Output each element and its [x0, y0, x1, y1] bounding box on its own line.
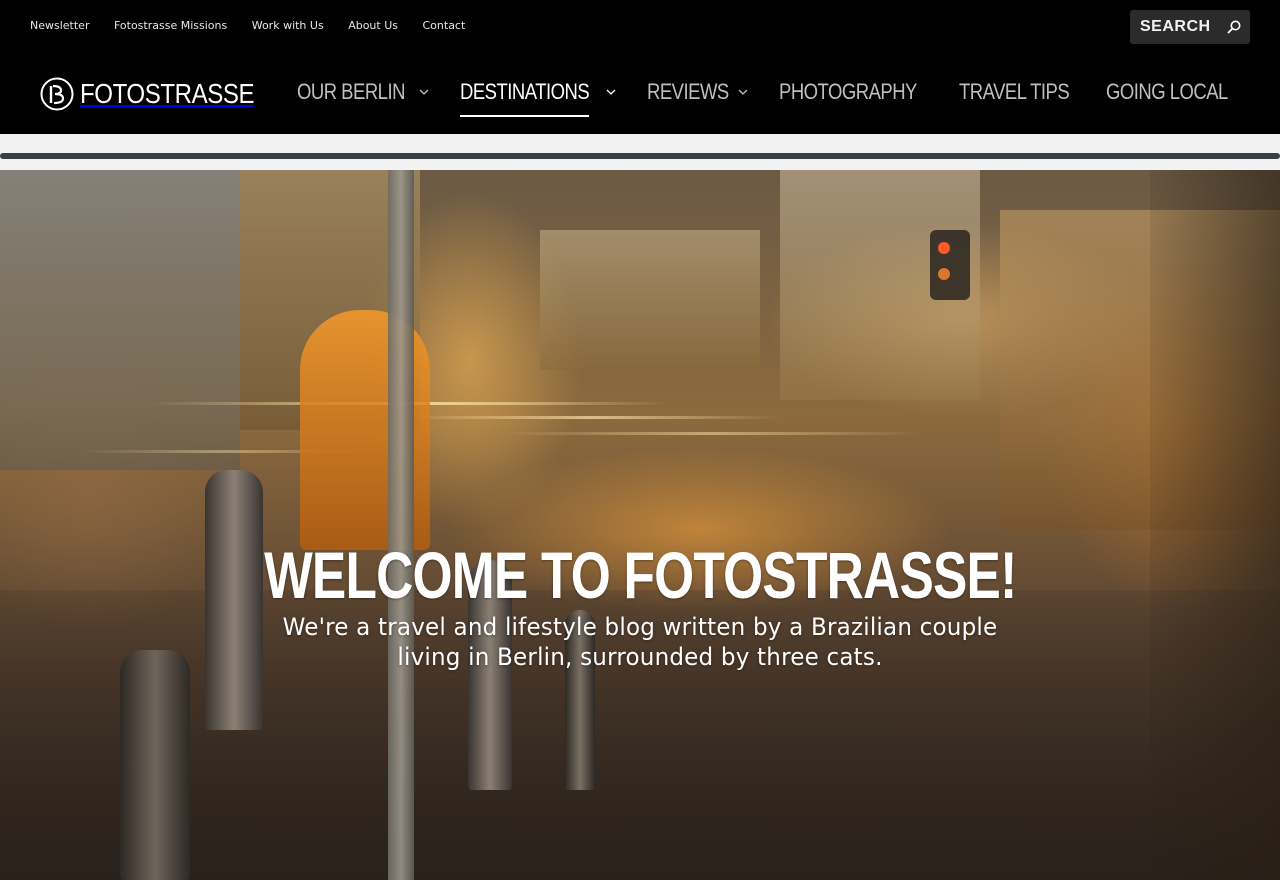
chevron-down-icon: [606, 89, 616, 95]
hero-banner: WELCOME TO FOTOSTRASSE! We're a travel a…: [0, 170, 1280, 880]
active-underline: [459, 115, 589, 117]
hero-text: WELCOME TO FOTOSTRASSE! We're a travel a…: [0, 538, 1280, 672]
hero-subtitle: We're a travel and lifestyle blog writte…: [282, 613, 998, 671]
fotostrasse-logo-icon: [40, 77, 74, 111]
search-box: [1130, 10, 1250, 44]
top-link-about-us[interactable]: About Us: [348, 19, 398, 32]
main-header: FOTOSTRASSE OUR BERLIN DESTINATIONS REVI…: [0, 54, 1280, 134]
nav-item-going-local[interactable]: GOING LOCAL: [1106, 79, 1235, 105]
nav-label: PHOTOGRAPHY: [778, 79, 917, 104]
site-logo[interactable]: FOTOSTRASSE: [40, 77, 282, 111]
nav-item-our-berlin[interactable]: OUR BERLIN: [297, 79, 429, 105]
header-separator: [0, 134, 1280, 170]
nav-label: OUR BERLIN: [297, 79, 406, 104]
top-link-fotostrasse-missions[interactable]: Fotostrasse Missions: [114, 19, 227, 32]
nav-item-reviews[interactable]: REVIEWS: [647, 79, 748, 105]
top-link-newsletter[interactable]: Newsletter: [30, 19, 89, 32]
search-icon[interactable]: [1226, 19, 1242, 35]
secondary-nav: Newsletter Fotostrasse Missions Work wit…: [30, 19, 490, 32]
chevron-down-icon: [738, 89, 748, 95]
chevron-down-icon: [419, 89, 429, 95]
nav-item-travel-tips[interactable]: TRAVEL TIPS: [959, 79, 1076, 105]
hero-background-photo: [0, 170, 1280, 880]
top-bar: Newsletter Fotostrasse Missions Work wit…: [0, 0, 1280, 54]
nav-label: DESTINATIONS: [459, 79, 590, 104]
top-link-work-with-us[interactable]: Work with Us: [252, 19, 324, 32]
separator-bar: [0, 153, 1280, 159]
logo-text: FOTOSTRASSE: [80, 78, 255, 109]
nav-label: TRAVEL TIPS: [958, 79, 1070, 104]
nav-item-photography[interactable]: PHOTOGRAPHY: [779, 79, 929, 105]
primary-nav: OUR BERLIN DESTINATIONS REVIEWS PHOTOGRA…: [267, 79, 1235, 117]
nav-label: GOING LOCAL: [1106, 79, 1228, 104]
top-link-contact[interactable]: Contact: [423, 19, 466, 32]
hero-title: WELCOME TO FOTOSTRASSE!: [263, 538, 1017, 612]
nav-label: REVIEWS: [647, 79, 730, 104]
search-input[interactable]: [1130, 10, 1226, 44]
nav-item-destinations[interactable]: DESTINATIONS: [459, 79, 618, 117]
